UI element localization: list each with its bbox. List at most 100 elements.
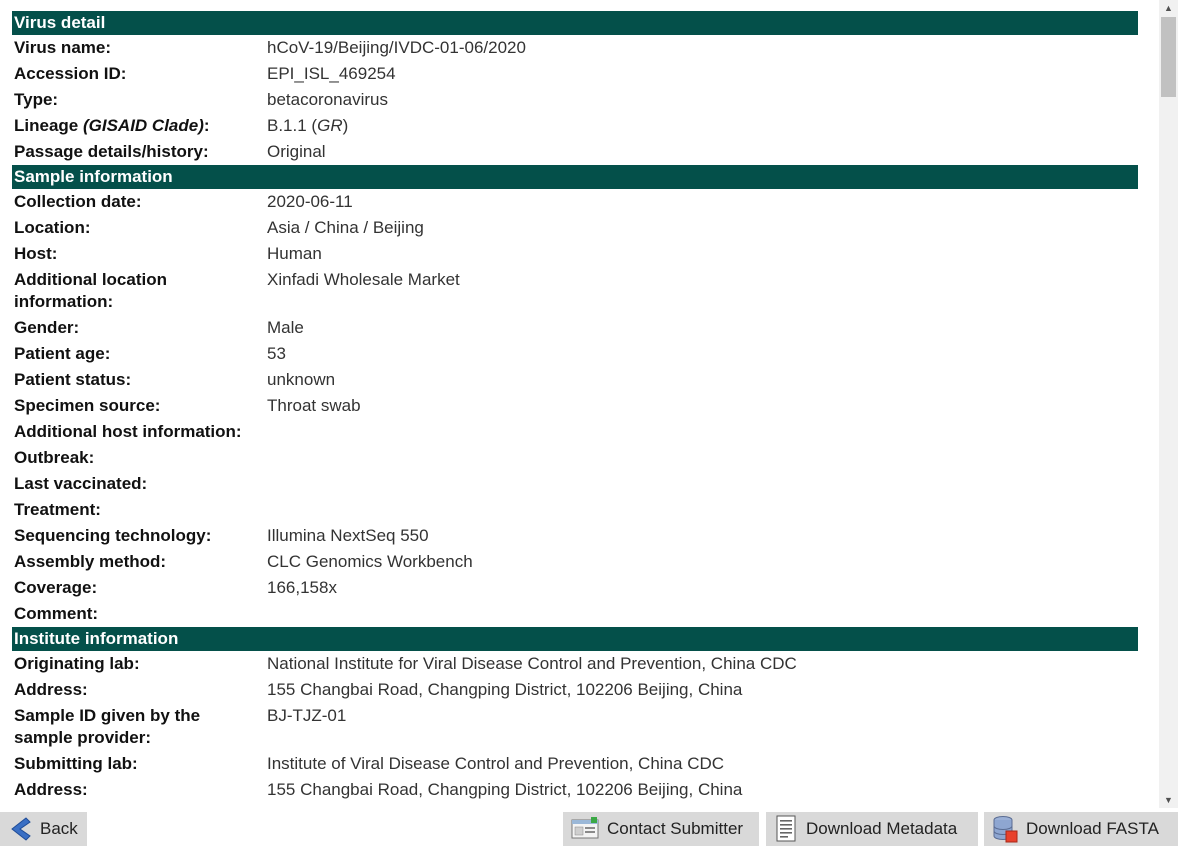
field-label: Location: <box>14 218 91 237</box>
field-value <box>267 499 1138 521</box>
row-additional-host-info: Additional host information: <box>12 419 1138 445</box>
field-value: 2020-06-11 <box>267 192 353 211</box>
field-label: Accession ID: <box>14 64 127 83</box>
field-value <box>267 447 1138 469</box>
vertical-scrollbar[interactable]: ▲ ▼ <box>1159 0 1178 808</box>
contact-submitter-button[interactable]: Contact Submitter <box>563 812 759 846</box>
row-additional-location: Additional location information: Xinfadi… <box>12 267 1138 315</box>
row-originating-lab: Originating lab: National Institute for … <box>12 651 1138 677</box>
row-sample-id: Sample ID given by the sample provider: … <box>12 703 1138 751</box>
row-patient-status: Patient status: unknown <box>12 367 1138 393</box>
field-label: Lineage (GISAID Clade): <box>12 115 267 137</box>
row-submitting-lab: Submitting lab: Institute of Viral Disea… <box>12 751 1138 777</box>
row-outbreak: Outbreak: <box>12 445 1138 471</box>
detail-panel: Virus detail Virus name: hCoV-19/Beijing… <box>0 0 1159 808</box>
back-label: Back <box>40 819 78 838</box>
virus-record: Virus detail Virus name: hCoV-19/Beijing… <box>12 11 1138 803</box>
field-value: hCoV-19/Beijing/IVDC-01-06/2020 <box>267 38 526 57</box>
row-originating-address: Address: 155 Changbai Road, Changping Di… <box>12 677 1138 703</box>
field-label: Additional host information: <box>14 422 242 441</box>
row-assembly-method: Assembly method: CLC Genomics Workbench <box>12 549 1138 575</box>
download-fasta-label: Download FASTA <box>1026 819 1159 838</box>
row-coverage: Coverage: 166,158x <box>12 575 1138 601</box>
back-arrow-icon <box>8 816 32 842</box>
scroll-down-arrow-icon[interactable]: ▼ <box>1159 792 1178 808</box>
field-label: Coverage: <box>14 578 98 597</box>
field-label: Additional location information: <box>14 270 167 311</box>
section-header-institute-information: Institute information <box>12 627 1138 651</box>
lineage-label-colon: : <box>203 116 210 135</box>
field-value: Original <box>267 142 326 161</box>
section-header-sample-information: Sample information <box>12 165 1138 189</box>
row-patient-age: Patient age: 53 <box>12 341 1138 367</box>
row-location: Location: Asia / China / Beijing <box>12 215 1138 241</box>
lineage-value: B.1.1 ( <box>267 116 318 135</box>
field-label: Comment: <box>14 604 99 623</box>
back-button[interactable]: Back <box>0 812 87 846</box>
database-download-icon <box>992 815 1018 843</box>
field-value: betacoronavirus <box>267 90 388 109</box>
field-label: Gender: <box>14 318 80 337</box>
field-label: Submitting lab: <box>14 754 138 773</box>
contact-submitter-label: Contact Submitter <box>607 819 744 838</box>
row-comment: Comment: <box>12 601 1138 627</box>
field-label: Passage details/history: <box>14 142 209 161</box>
row-gender: Gender: Male <box>12 315 1138 341</box>
field-value: Human <box>267 244 322 263</box>
scrollbar-thumb[interactable] <box>1161 17 1176 97</box>
field-label: Sequencing technology: <box>14 526 212 545</box>
field-value: Institute of Viral Disease Control and P… <box>267 754 725 773</box>
field-value <box>267 421 1138 443</box>
field-label: Last vaccinated: <box>14 474 148 493</box>
field-value: Male <box>267 318 304 337</box>
field-value: 166,158x <box>267 578 337 597</box>
field-label: Patient status: <box>14 370 132 389</box>
field-value: Throat swab <box>267 396 361 415</box>
row-virus-name: Virus name: hCoV-19/Beijing/IVDC-01-06/2… <box>12 35 1138 61</box>
field-label: Outbreak: <box>14 448 95 467</box>
row-passage-details: Passage details/history: Original <box>12 139 1138 165</box>
field-label: Virus name: <box>14 38 112 57</box>
row-collection-date: Collection date: 2020-06-11 <box>12 189 1138 215</box>
download-metadata-label: Download Metadata <box>806 819 958 838</box>
row-last-vaccinated: Last vaccinated: <box>12 471 1138 497</box>
field-value <box>267 603 1138 625</box>
field-label: Sample ID given by the sample provider: <box>14 706 201 747</box>
row-accession-id: Accession ID: EPI_ISL_469254 <box>12 61 1138 87</box>
field-label: Collection date: <box>14 192 142 211</box>
field-value: B.1.1 (GR) <box>267 115 1138 137</box>
field-value <box>267 473 1138 495</box>
lineage-label-main: Lineage <box>14 116 83 135</box>
field-value: unknown <box>267 370 336 389</box>
field-label: Specimen source: <box>14 396 161 415</box>
row-submitting-address: Address: 155 Changbai Road, Changping Di… <box>12 777 1138 803</box>
field-label: Patient age: <box>14 344 111 363</box>
row-sequencing-technology: Sequencing technology: Illumina NextSeq … <box>12 523 1138 549</box>
lineage-label-clade: (GISAID Clade) <box>82 116 204 135</box>
field-label: Address: <box>14 680 88 699</box>
field-value: National Institute for Viral Disease Con… <box>267 654 797 673</box>
field-value: BJ-TJZ-01 <box>267 706 347 725</box>
field-label: Originating lab: <box>14 654 140 673</box>
field-label: Assembly method: <box>14 552 167 571</box>
download-fasta-button[interactable]: Download FASTA <box>984 812 1178 846</box>
field-value: EPI_ISL_469254 <box>267 64 396 83</box>
field-value: 155 Changbai Road, Changping District, 1… <box>267 780 743 799</box>
row-specimen-source: Specimen source: Throat swab <box>12 393 1138 419</box>
contact-card-icon <box>571 817 599 841</box>
field-value: 53 <box>267 344 286 363</box>
row-lineage: Lineage (GISAID Clade): B.1.1 (GR) <box>12 113 1138 139</box>
field-label: Treatment: <box>14 500 101 519</box>
download-metadata-button[interactable]: Download Metadata <box>766 812 978 846</box>
row-host: Host: Human <box>12 241 1138 267</box>
field-value: CLC Genomics Workbench <box>267 552 473 571</box>
lineage-value-close: ) <box>342 116 349 135</box>
field-label: Address: <box>14 780 88 799</box>
field-value: Xinfadi Wholesale Market <box>267 270 460 289</box>
bottom-toolbar: Back Contact Submitter Download Metadata… <box>0 808 1178 854</box>
field-value: Asia / China / Beijing <box>267 218 424 237</box>
row-treatment: Treatment: <box>12 497 1138 523</box>
document-icon <box>774 815 798 843</box>
field-label: Type: <box>14 90 59 109</box>
scroll-up-arrow-icon[interactable]: ▲ <box>1159 0 1178 16</box>
